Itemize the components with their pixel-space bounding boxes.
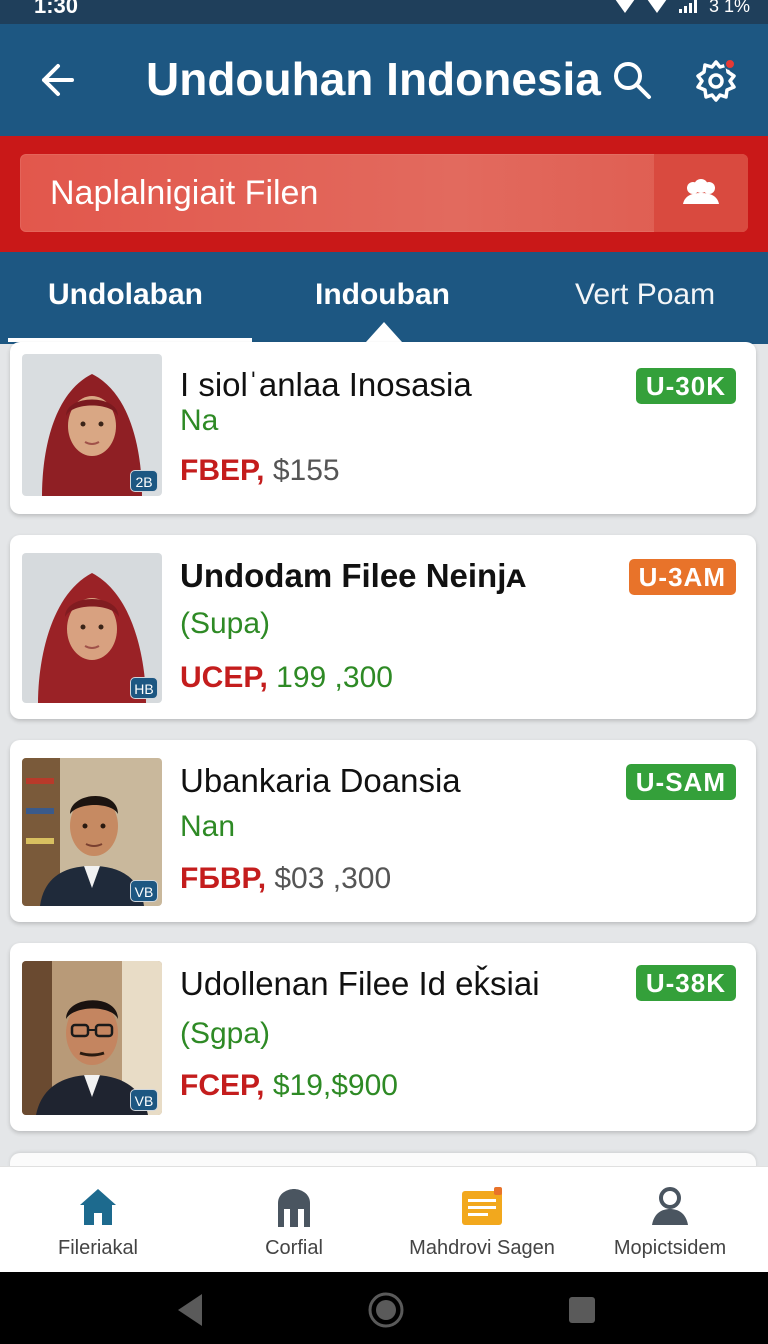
avatar: VB xyxy=(22,758,162,906)
settings-button[interactable] xyxy=(690,54,742,106)
size-tag: U-3AM xyxy=(628,559,736,595)
system-home-button[interactable] xyxy=(366,1290,406,1330)
list-item[interactable]: VB Ubankaria Doansia Nan FБBP, $03 ,300 … xyxy=(10,740,756,922)
size-tag: U-30K xyxy=(635,368,736,404)
status-bar: 1:30 3 1% xyxy=(0,0,768,24)
card-price: UCEP, 199 ,300 xyxy=(180,661,393,695)
size-tag: U-38K xyxy=(635,965,736,1001)
avatar: VB xyxy=(22,961,162,1115)
tab-indouban[interactable]: Indouban xyxy=(315,278,450,312)
square-recents-icon xyxy=(569,1297,595,1323)
search-strip: Naplalnigiait Filen xyxy=(0,136,768,252)
nav-label: Fileriakal xyxy=(57,1237,139,1259)
card-subtitle: Na xyxy=(180,404,219,437)
triangle-back-icon xyxy=(178,1294,202,1326)
back-arrow-icon xyxy=(42,64,74,96)
tab-vert-poam[interactable]: Vert Poam xyxy=(575,278,715,312)
list-item[interactable]: 2B I siolˈanlaa Inosasia Na FBEP, $155 U… xyxy=(10,342,756,514)
status-time: 1:30 xyxy=(34,0,79,18)
card-price: FБBP, $03 ,300 xyxy=(180,862,391,896)
battery-level: 3 1% xyxy=(708,0,750,16)
nav-item-corfial[interactable]: Corfial xyxy=(196,1167,392,1273)
search-input[interactable]: Naplalnigiait Filen xyxy=(20,154,748,232)
avatar: HB xyxy=(22,553,162,703)
card-subtitle: (Supa) xyxy=(180,607,271,640)
system-nav-bar xyxy=(0,1272,768,1344)
nav-label: Corfial xyxy=(265,1237,323,1259)
card-price: FCEP, $19,$900 xyxy=(180,1069,398,1103)
card-title: Udollenan Filee Id eǩsiai xyxy=(180,965,540,1002)
avatar-badge: 2B xyxy=(130,470,158,492)
system-back-button[interactable] xyxy=(170,1290,210,1330)
price-amount: 199 ,300 xyxy=(276,661,393,694)
avatar-badge: HB xyxy=(130,677,158,699)
search-icon xyxy=(614,62,651,99)
avatar-badge: VB xyxy=(130,1089,158,1111)
tab-caret xyxy=(366,322,402,342)
nav-item-profile[interactable]: Mopictsidem xyxy=(572,1167,768,1273)
card-title: Ubankaria Doansia xyxy=(180,762,461,799)
price-amount: $03 ,300 xyxy=(274,862,392,895)
nav-item-home[interactable]: Fileriakal xyxy=(0,1167,196,1273)
data-icon xyxy=(646,0,667,13)
nav-item-documents[interactable]: Mahdrovi Sagen xyxy=(384,1167,580,1273)
size-tag: U-SAM xyxy=(625,764,736,800)
card-price: FBEP, $155 xyxy=(180,454,340,488)
price-code: FCEP, xyxy=(180,1069,265,1102)
nav-label: Mopictsidem xyxy=(613,1237,727,1259)
signal-icon xyxy=(678,0,697,13)
group-icon xyxy=(683,179,719,204)
nav-label: Mahdrovi Sagen xyxy=(409,1237,555,1259)
tab-undolaban[interactable]: Undolaban xyxy=(48,278,203,312)
building-icon xyxy=(272,1185,316,1229)
card-subtitle: Nan xyxy=(180,810,236,843)
list-item[interactable]: VB Udollenan Filee Id eǩsiai (Sgpa) FCEP… xyxy=(10,943,756,1131)
search-action-button[interactable] xyxy=(654,154,748,232)
status-icons: 3 1% xyxy=(614,0,750,18)
system-recents-button[interactable] xyxy=(562,1290,602,1330)
person-icon xyxy=(648,1185,692,1229)
card-title: Undodam Filee Neinjᴀ xyxy=(180,557,526,594)
card-subtitle: (Sgpa) xyxy=(180,1017,271,1050)
price-code: UCEP, xyxy=(180,661,268,694)
page-title: Undouhan Indonesia xyxy=(146,53,601,105)
price-amount: $155 xyxy=(272,454,340,487)
document-icon xyxy=(460,1185,504,1229)
home-icon xyxy=(76,1185,120,1229)
notification-dot xyxy=(724,58,736,70)
search-button[interactable] xyxy=(608,56,656,104)
price-amount: $19,$900 xyxy=(272,1069,398,1102)
avatar-badge: VB xyxy=(130,880,158,902)
list-item[interactable]: HB Undodam Filee Neinjᴀ (Supa) UCEP, 199… xyxy=(10,535,756,719)
price-code: FБBP, xyxy=(180,862,267,895)
card-title: I siolˈanlaa Inosasia xyxy=(180,366,472,403)
avatar: 2B xyxy=(22,354,162,496)
circle-home-icon xyxy=(368,1292,404,1328)
price-code: FBEP, xyxy=(180,454,265,487)
back-button[interactable] xyxy=(32,56,80,104)
wifi-icon xyxy=(614,0,635,13)
app-bar: Undouhan Indonesia xyxy=(0,24,768,136)
bottom-nav: Fileriakal Corfial Mahdrovi Sagen Mopict… xyxy=(0,1166,768,1272)
search-placeholder: Naplalnigiait Filen xyxy=(50,174,319,212)
